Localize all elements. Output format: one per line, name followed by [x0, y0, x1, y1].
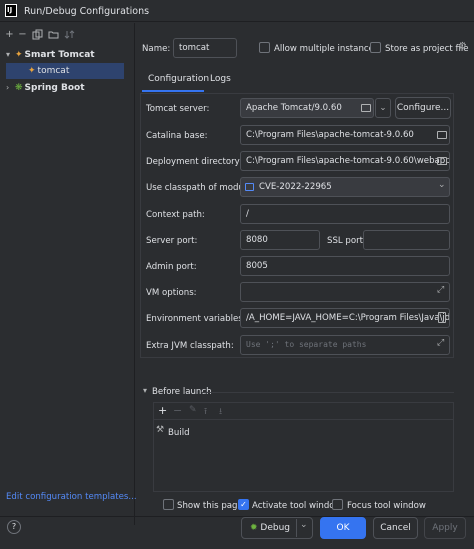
expand-icon[interactable]: ⤢ — [437, 338, 444, 348]
tree-item-label: Spring Boot — [24, 83, 85, 93]
name-label: Name: — [142, 44, 171, 54]
tomcat-server-label: Tomcat server: — [146, 104, 210, 114]
build-task-label[interactable]: Build — [168, 428, 190, 438]
settings-gear-icon[interactable]: ⚙ — [458, 41, 467, 52]
tree-item-tomcat[interactable]: ✦ tomcat — [6, 63, 124, 79]
name-input[interactable]: tomcat — [173, 38, 237, 58]
active-tab-indicator — [142, 90, 204, 92]
focus-tool-window-checkbox[interactable] — [332, 499, 343, 510]
before-launch-tasks-panel — [153, 402, 454, 492]
cancel-button[interactable]: Cancel — [373, 517, 418, 539]
arrow-up-icon[interactable]: ⭱ — [204, 404, 207, 420]
deployment-directory-input[interactable]: C:\Program Files\apache-tomcat-9.0.60\we… — [240, 151, 450, 171]
section-divider — [202, 392, 454, 393]
arrow-down-icon[interactable]: ⭳ — [219, 404, 222, 420]
window-title: Run/Debug Configurations — [24, 6, 150, 17]
vm-options-input[interactable] — [240, 282, 450, 302]
vm-options-label: VM options: — [146, 288, 197, 298]
minus-icon[interactable]: − — [17, 29, 28, 40]
chevron-down-icon[interactable]: ▾ — [6, 47, 15, 63]
environment-variables-label: Environment variables: — [146, 314, 246, 324]
minus-icon[interactable]: − — [173, 404, 182, 417]
folder-icon[interactable] — [48, 29, 59, 40]
chevron-down-icon[interactable]: ⌄ — [438, 180, 446, 190]
tomcat-icon: ✦ — [28, 66, 36, 76]
classpath-module-label: Use classpath of module: — [146, 183, 255, 193]
expand-icon[interactable]: ⤢ — [437, 285, 444, 295]
help-icon[interactable]: ? — [7, 520, 21, 534]
allow-multiple-instances-label: Allow multiple instances — [274, 44, 379, 54]
tree-item-label: Smart Tomcat — [24, 50, 95, 60]
edit-icon[interactable]: ✎ — [189, 405, 197, 415]
activate-tool-window-label: Activate tool window — [252, 501, 342, 511]
store-as-project-file-checkbox[interactable] — [370, 42, 381, 53]
tree-item-spring-boot[interactable]: › ❋ Spring Boot — [6, 80, 131, 96]
tree-item-smart-tomcat[interactable]: ▾ ✦ Smart Tomcat — [6, 47, 131, 63]
folder-icon[interactable] — [437, 157, 447, 165]
folder-icon[interactable] — [437, 131, 447, 139]
chevron-right-icon[interactable]: › — [6, 80, 15, 96]
admin-port-input[interactable]: 8005 — [240, 256, 450, 276]
activate-tool-window-checkbox[interactable]: ✓ — [238, 499, 249, 510]
tab-configuration[interactable]: Configuration — [148, 67, 209, 91]
extra-jvm-classpath-input[interactable]: Use ';' to separate paths — [240, 335, 450, 355]
allow-multiple-instances-checkbox[interactable] — [259, 42, 270, 53]
classpath-module-select[interactable]: CVE-2022-22965 — [240, 177, 450, 197]
edit-configuration-templates-link[interactable]: Edit configuration templates... — [6, 492, 137, 502]
show-this-page-label: Show this page — [177, 501, 243, 511]
plus-icon[interactable]: + — [158, 404, 167, 417]
module-icon — [245, 183, 254, 191]
focus-tool-window-label: Focus tool window — [347, 501, 426, 511]
configure-button[interactable]: Configure... — [395, 97, 451, 119]
tree-item-label: tomcat — [37, 66, 70, 76]
server-port-input[interactable]: 8080 — [240, 230, 320, 250]
ok-button[interactable]: OK — [320, 517, 366, 539]
chevron-down-icon[interactable]: ⌄ — [375, 98, 391, 118]
show-this-page-checkbox[interactable] — [163, 499, 174, 510]
toolbar-divider — [153, 419, 454, 420]
folder-icon[interactable] — [361, 104, 371, 112]
sort-icon[interactable] — [64, 29, 75, 40]
debug-bug-icon: ✹ — [249, 523, 258, 533]
server-port-label: Server port: — [146, 236, 198, 246]
tomcat-server-select[interactable]: Apache Tomcat/9.0.60 — [240, 98, 374, 118]
store-as-project-file-label: Store as project file — [385, 44, 469, 54]
catalina-base-label: Catalina base: — [146, 131, 208, 141]
spring-boot-icon: ❋ — [15, 83, 23, 93]
configurations-tree-pane — [0, 23, 135, 525]
build-hammer-icon: ⚒ — [156, 425, 165, 435]
tomcat-icon: ✦ — [15, 50, 23, 60]
ssl-port-input[interactable] — [363, 230, 450, 250]
tab-logs[interactable]: Logs — [210, 67, 231, 91]
copy-icon[interactable] — [32, 29, 43, 40]
catalina-base-input[interactable]: C:\Program Files\apache-tomcat-9.0.60 — [240, 125, 450, 145]
admin-port-label: Admin port: — [146, 262, 197, 272]
chevron-down-icon[interactable]: ⌄ — [300, 520, 308, 530]
deployment-directory-label: Deployment directory: — [146, 157, 243, 167]
apply-button[interactable]: Apply — [424, 517, 466, 539]
debug-button-label: Debug — [260, 523, 291, 533]
ssl-port-label: SSL port: — [327, 236, 366, 246]
chevron-down-icon[interactable]: ▾ — [143, 386, 147, 395]
document-icon[interactable] — [438, 312, 446, 323]
split-divider — [296, 519, 297, 537]
plus-icon[interactable]: + — [4, 29, 15, 40]
context-path-input[interactable]: / — [240, 204, 450, 224]
environment-variables-input[interactable]: /A_HOME=JAVA_HOME=C:\Program Files\Java\… — [240, 308, 450, 328]
extra-jvm-classpath-label: Extra JVM classpath: — [146, 341, 234, 351]
context-path-label: Context path: — [146, 210, 205, 220]
intellij-app-icon: IJ — [5, 4, 17, 17]
